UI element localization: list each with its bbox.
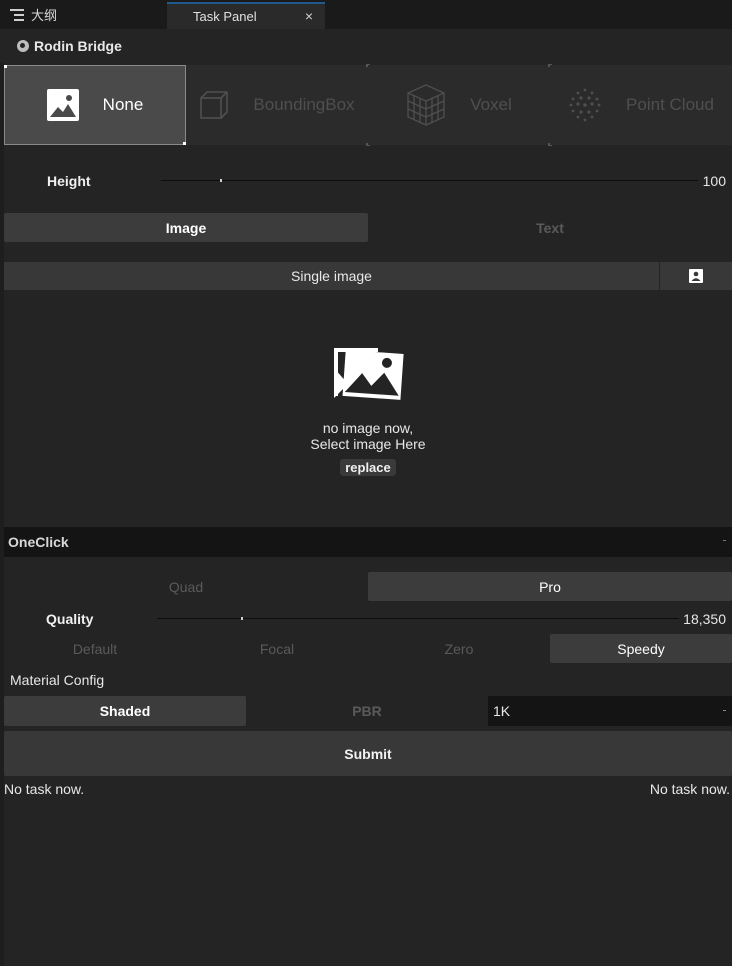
task-status-right: No task now. bbox=[649, 781, 730, 797]
mesh-mode-toggle: Quad Pro bbox=[4, 572, 732, 601]
task-status-left: No task now. bbox=[4, 781, 85, 797]
mode-voxel-label: Voxel bbox=[470, 95, 512, 114]
preset-focal[interactable]: Focal bbox=[186, 634, 368, 663]
height-slider-handle[interactable] bbox=[220, 179, 223, 182]
mode-none-label: None bbox=[102, 95, 144, 114]
portrait-image-icon bbox=[689, 269, 703, 283]
mode-none[interactable]: None bbox=[4, 65, 186, 145]
resolution-value: 1K bbox=[493, 703, 511, 719]
tab-text[interactable]: Text bbox=[368, 213, 732, 242]
quality-label: Quality bbox=[46, 611, 94, 627]
rodin-logo-icon bbox=[17, 40, 29, 52]
oneclick-section-header[interactable]: OneClick bbox=[4, 527, 732, 557]
pick-image-button[interactable] bbox=[660, 262, 732, 290]
tab-outliner[interactable]: 大纲 bbox=[0, 0, 166, 29]
replace-button[interactable]: replace bbox=[340, 459, 396, 476]
option-pbr[interactable]: PBR bbox=[246, 696, 488, 726]
preset-speedy[interactable]: Speedy bbox=[550, 634, 732, 663]
tab-bar: 大纲 Task Panel × bbox=[0, 0, 732, 29]
tab-image[interactable]: Image bbox=[4, 213, 368, 242]
empty-message-line2[interactable]: Select image Here bbox=[4, 436, 732, 452]
cube-outline-icon bbox=[200, 91, 229, 119]
close-icon[interactable]: × bbox=[305, 8, 313, 24]
tab-task-panel-label: Task Panel bbox=[193, 9, 257, 24]
dropdown-icon bbox=[723, 710, 726, 711]
outliner-icon bbox=[10, 8, 24, 21]
material-toggle: Shaded PBR bbox=[4, 696, 488, 726]
mode-point-cloud[interactable]: Point Cloud bbox=[550, 65, 732, 145]
preset-zero[interactable]: Zero bbox=[368, 634, 550, 663]
oneclick-title: OneClick bbox=[8, 534, 69, 550]
collapse-icon[interactable] bbox=[723, 540, 726, 541]
panel-title-label: Rodin Bridge bbox=[34, 38, 122, 54]
image-mode-bar: Single image bbox=[4, 262, 732, 290]
resolution-dropdown[interactable]: 1K bbox=[488, 696, 732, 726]
image-icon bbox=[46, 89, 79, 121]
quality-value[interactable]: 18,350 bbox=[683, 611, 726, 627]
voxel-cube-icon bbox=[407, 84, 445, 126]
point-cloud-icon bbox=[569, 88, 601, 122]
panel-title[interactable]: Rodin Bridge bbox=[0, 29, 732, 63]
input-mode-toggle: Image Text bbox=[4, 213, 732, 242]
mode-boundingbox[interactable]: BoundingBox bbox=[186, 64, 370, 146]
preset-selector: Default Focal Zero Speedy bbox=[4, 634, 732, 663]
submit-button[interactable]: Submit bbox=[4, 731, 732, 776]
image-placeholder-icon bbox=[334, 348, 404, 400]
mode-selector: None BoundingBox Voxel Point Cloud bbox=[4, 64, 732, 146]
quality-slider-handle[interactable] bbox=[240, 617, 243, 620]
quality-slider-row: Quality 18,350 bbox=[4, 605, 732, 633]
empty-message-line1: no image now, bbox=[322, 420, 414, 436]
mode-voxel[interactable]: Voxel bbox=[368, 64, 552, 146]
option-shaded[interactable]: Shaded bbox=[4, 696, 246, 726]
single-image-dropdown[interactable]: Single image bbox=[4, 262, 659, 290]
mode-point-cloud-label: Point Cloud bbox=[626, 95, 714, 114]
height-slider-row: Height 100 bbox=[4, 167, 732, 195]
material-config-label: Material Config bbox=[10, 672, 105, 688]
option-pro[interactable]: Pro bbox=[368, 572, 732, 601]
preset-default[interactable]: Default bbox=[4, 634, 186, 663]
tab-task-panel[interactable]: Task Panel × bbox=[167, 2, 325, 29]
mode-boundingbox-label: BoundingBox bbox=[253, 95, 355, 114]
height-slider[interactable] bbox=[161, 180, 698, 181]
image-drop-zone[interactable]: no image now, Select image Here replace bbox=[4, 290, 732, 526]
quality-slider[interactable] bbox=[157, 618, 679, 619]
tab-outliner-label: 大纲 bbox=[31, 8, 58, 23]
height-value[interactable]: 100 bbox=[703, 173, 726, 189]
option-quad[interactable]: Quad bbox=[4, 572, 368, 601]
height-label: Height bbox=[47, 173, 91, 189]
